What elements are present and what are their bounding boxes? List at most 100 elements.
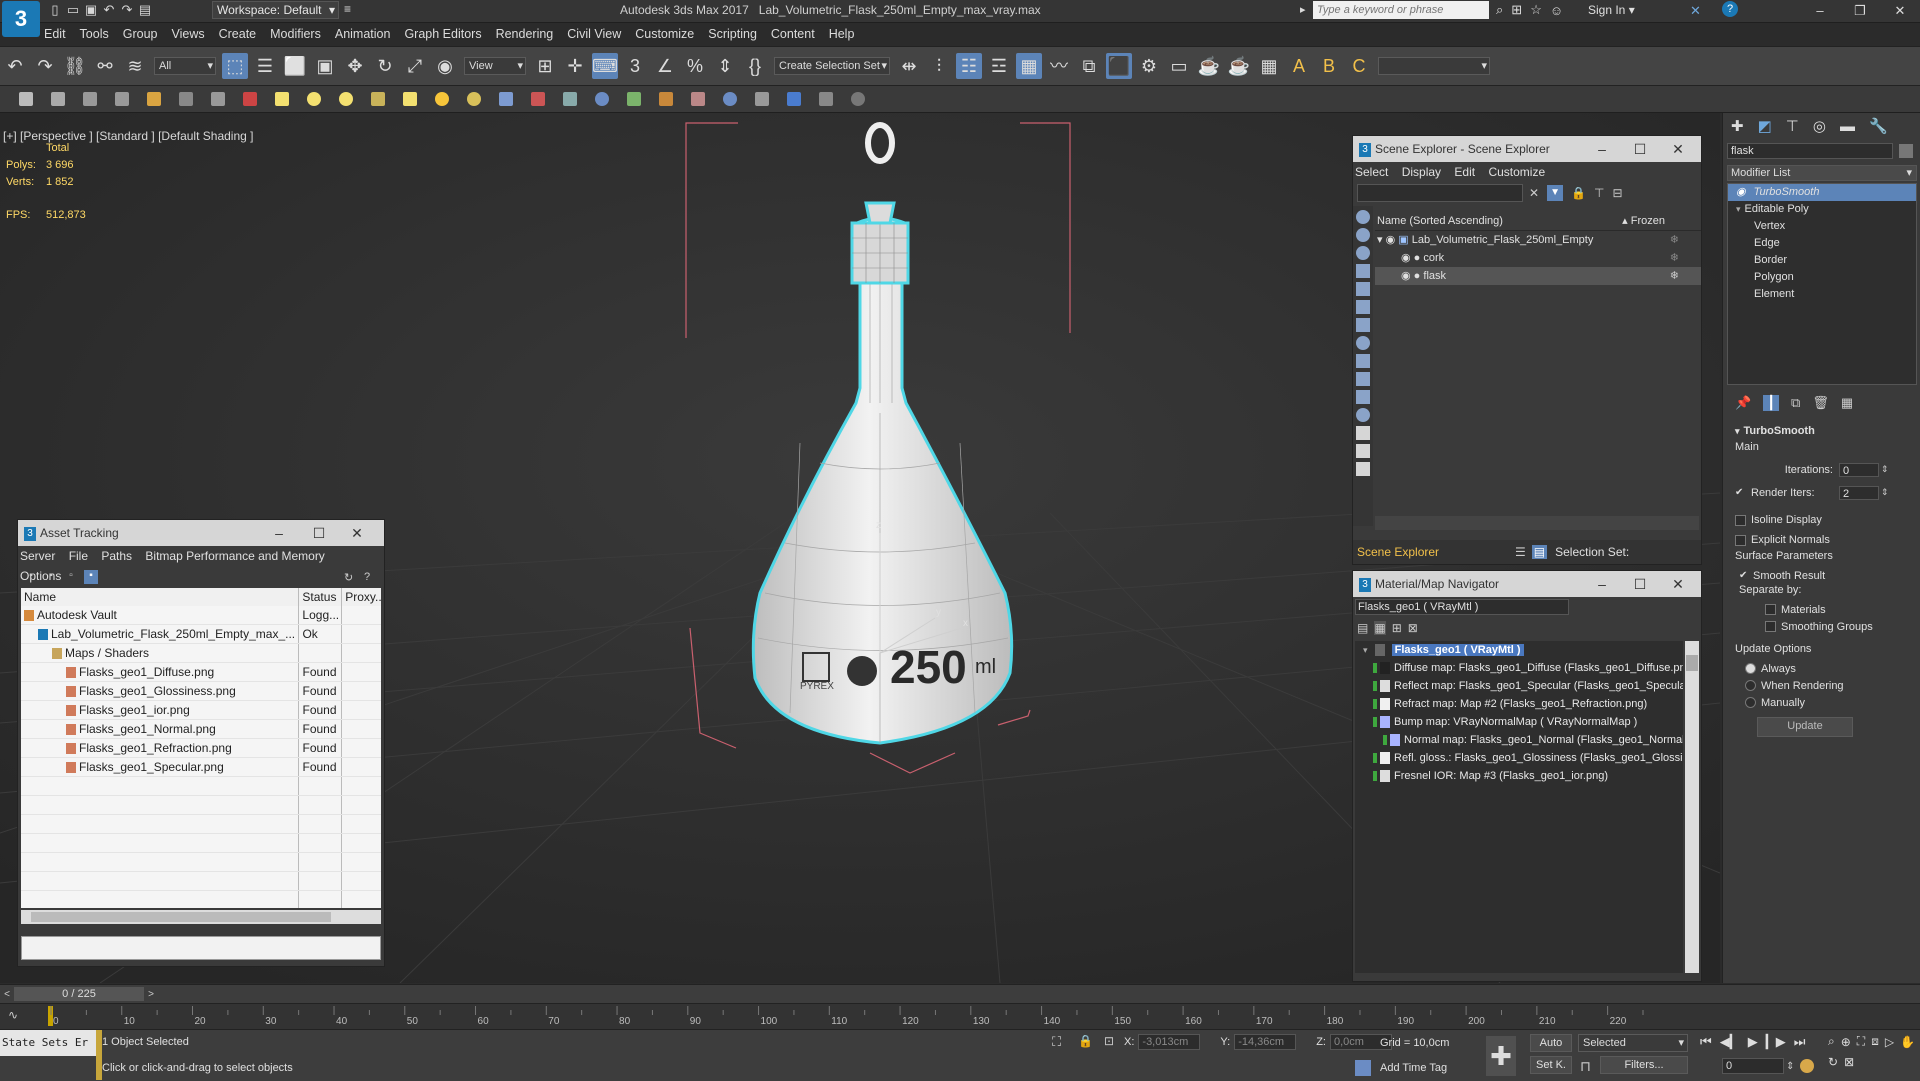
collapse-triangle-icon[interactable]: ▾	[1735, 426, 1740, 436]
search-expand-icon[interactable]: ▸	[1300, 3, 1306, 16]
column-frozen[interactable]: ▴ Frozen	[1622, 212, 1665, 230]
smooth-result-row[interactable]: ✔ Smooth Result	[1735, 567, 1917, 584]
menu-edit[interactable]: Edit	[44, 27, 66, 41]
previous-frame-arrow-icon[interactable]: <	[0, 989, 14, 1000]
stack-sub-vertex[interactable]: Vertex	[1728, 218, 1916, 235]
redo-icon[interactable]: ↷	[32, 53, 58, 79]
vray-proxy-icon[interactable]	[531, 92, 545, 106]
toggle-scene-explorer-icon[interactable]: ☷	[956, 53, 982, 79]
display-xrefs-icon[interactable]	[1356, 336, 1370, 350]
display-helpers-icon[interactable]	[1356, 282, 1370, 296]
field-of-view-icon[interactable]: ▷	[1885, 1035, 1894, 1049]
explicit-normals-row[interactable]: Explicit Normals	[1735, 530, 1917, 550]
vray-plane-icon[interactable]	[563, 92, 577, 106]
material-map-item[interactable]: Fresnel IOR: Map #3 (Flasks_geo1_ior.png…	[1363, 767, 1683, 785]
toggle-ribbon-icon[interactable]: ▦	[1016, 53, 1042, 79]
expand-triangle-icon[interactable]: ▾	[1736, 204, 1741, 214]
favorites-star-icon[interactable]: ☆	[1530, 2, 1542, 18]
vray-volume-icon[interactable]	[691, 92, 705, 106]
toggle-layer-explorer-icon[interactable]: ☲	[986, 53, 1012, 79]
tool-icon-8[interactable]	[243, 92, 257, 106]
curve-editor-icon[interactable]: 〰	[1046, 53, 1072, 79]
display-tab-icon[interactable]: ▬	[1840, 118, 1855, 135]
manually-row[interactable]: Manually	[1735, 694, 1917, 711]
y-coordinate-field[interactable]: -14,36cm	[1234, 1034, 1297, 1050]
menu-content[interactable]: Content	[771, 27, 815, 41]
material-map-item[interactable]: Diffuse map: Flasks_geo1_Diffuse (Flasks…	[1363, 659, 1683, 677]
menu-rendering[interactable]: Rendering	[496, 27, 554, 41]
stack-sub-border[interactable]: Border	[1728, 252, 1916, 269]
save-file-icon[interactable]: ▣	[82, 2, 100, 18]
scrollbar-thumb[interactable]	[31, 912, 331, 922]
new-file-icon[interactable]: ▯	[46, 2, 64, 18]
keyboard-shortcut-override-icon[interactable]: ⌨	[592, 53, 618, 79]
bind-spacewarp-icon[interactable]: ≋	[122, 53, 148, 79]
view-list-icon[interactable]: ▤	[1357, 621, 1368, 635]
time-slider-thumb[interactable]: 0 / 225	[14, 987, 144, 1001]
display-shapes-icon[interactable]	[1356, 228, 1370, 242]
scene-explorer-name[interactable]: Scene Explorer	[1357, 545, 1507, 559]
selection-lock-icon[interactable]: 🔒	[1078, 1034, 1093, 1048]
vray-help-icon[interactable]	[851, 92, 865, 106]
create-tab-icon[interactable]: ✚	[1731, 117, 1744, 135]
minimize-icon[interactable]: –	[1587, 571, 1617, 597]
stack-item-editable-poly[interactable]: ▾ Editable Poly	[1728, 201, 1916, 218]
snaps-toggle-icon[interactable]: 3	[622, 53, 648, 79]
stack-sub-edge[interactable]: Edge	[1728, 235, 1916, 252]
menu-create[interactable]: Create	[219, 27, 257, 41]
rotate-icon[interactable]: ↻	[372, 53, 398, 79]
binoculars-icon[interactable]: ⌕	[1496, 2, 1503, 18]
tool-icon-3[interactable]	[83, 92, 97, 106]
render-production-icon[interactable]: ☕	[1196, 53, 1222, 79]
eye-icon[interactable]: ◉	[1401, 270, 1411, 282]
project-folder-icon[interactable]: ▤	[136, 2, 154, 18]
material-map-item[interactable]: Normal map: Flasks_geo1_Normal (Flasks_g…	[1363, 731, 1683, 749]
maximize-icon[interactable]: ☐	[1625, 571, 1655, 597]
table-row[interactable]: Maps / Shaders	[21, 644, 381, 663]
mirror-icon[interactable]: ⇹	[896, 53, 922, 79]
light-mesh-icon[interactable]	[467, 92, 481, 106]
material-map-item[interactable]: Bump map: VRayNormalMap ( VRayNormalMap …	[1363, 713, 1683, 731]
align-icon[interactable]: ⫶	[926, 53, 952, 79]
eye-icon[interactable]: ◉	[1401, 252, 1411, 264]
highlight-view-icon[interactable]: ▪	[84, 570, 98, 584]
rendered-frame-window-icon[interactable]: ▭	[1166, 53, 1192, 79]
always-radio[interactable]	[1745, 663, 1756, 674]
smooth-result-check[interactable]: ✔	[1739, 570, 1753, 581]
menu-modifiers[interactable]: Modifiers	[270, 27, 321, 41]
add-time-tag-label[interactable]: Add Time Tag	[1380, 1062, 1447, 1074]
light-plane-icon[interactable]	[275, 92, 289, 106]
scene-horizontal-scrollbar[interactable]	[1375, 516, 1699, 530]
remove-modifier-icon[interactable]: 🗑	[1812, 395, 1829, 411]
scene-item-root[interactable]: ▾ ◉ ▣ Lab_Volumetric_Flask_250ml_Empty ❄	[1375, 231, 1701, 249]
render-iters-spinner[interactable]: 2	[1839, 485, 1879, 500]
tool-icon-6[interactable]	[179, 92, 193, 106]
filters-button[interactable]: Filters...	[1600, 1056, 1688, 1074]
play-icon[interactable]: ▶	[1748, 1034, 1758, 1050]
scale-icon[interactable]: ⤢	[402, 53, 428, 79]
list-view-icon[interactable]: ▪	[24, 570, 38, 584]
light-sphere-icon[interactable]	[339, 92, 353, 106]
menu-animation[interactable]: Animation	[335, 27, 391, 41]
display-all-icon[interactable]	[1356, 390, 1370, 404]
time-slider[interactable]: < 0 / 225 >	[0, 984, 1920, 1003]
scene-item-cork[interactable]: ◉ ● cork ❄	[1375, 249, 1701, 267]
help-icon[interactable]: ?	[364, 571, 378, 583]
key-mode-icon[interactable]: ⊓	[1580, 1058, 1591, 1075]
material-name-field[interactable]: Flasks_geo1 ( VRayMtl )	[1355, 599, 1569, 615]
maxscript-listener-field[interactable]: State Sets Er	[0, 1030, 98, 1056]
display-bones-icon[interactable]	[1356, 354, 1370, 368]
table-row[interactable]: Lab_Volumetric_Flask_250ml_Empty_max_...…	[21, 625, 381, 644]
display-lights-icon[interactable]	[1356, 246, 1370, 260]
menu-customize[interactable]: Customize	[1488, 165, 1545, 179]
display-groups-icon[interactable]	[1356, 318, 1370, 332]
smoothing-groups-checkbox[interactable]	[1765, 621, 1776, 632]
vray-options-icon[interactable]	[819, 92, 833, 106]
workspace-dropdown[interactable]: Workspace: Default ▾	[212, 1, 339, 19]
hierarchy-tab-icon[interactable]: ⊤	[1786, 117, 1799, 135]
pivot-center-icon[interactable]: ⊞	[532, 53, 558, 79]
reference-coordinate-dropdown[interactable]: View ▾	[464, 57, 526, 75]
exchange-icon[interactable]: ✕	[1690, 3, 1701, 19]
maximize-icon[interactable]: ☐	[1625, 136, 1655, 162]
object-name-field[interactable]: flask	[1727, 143, 1893, 159]
